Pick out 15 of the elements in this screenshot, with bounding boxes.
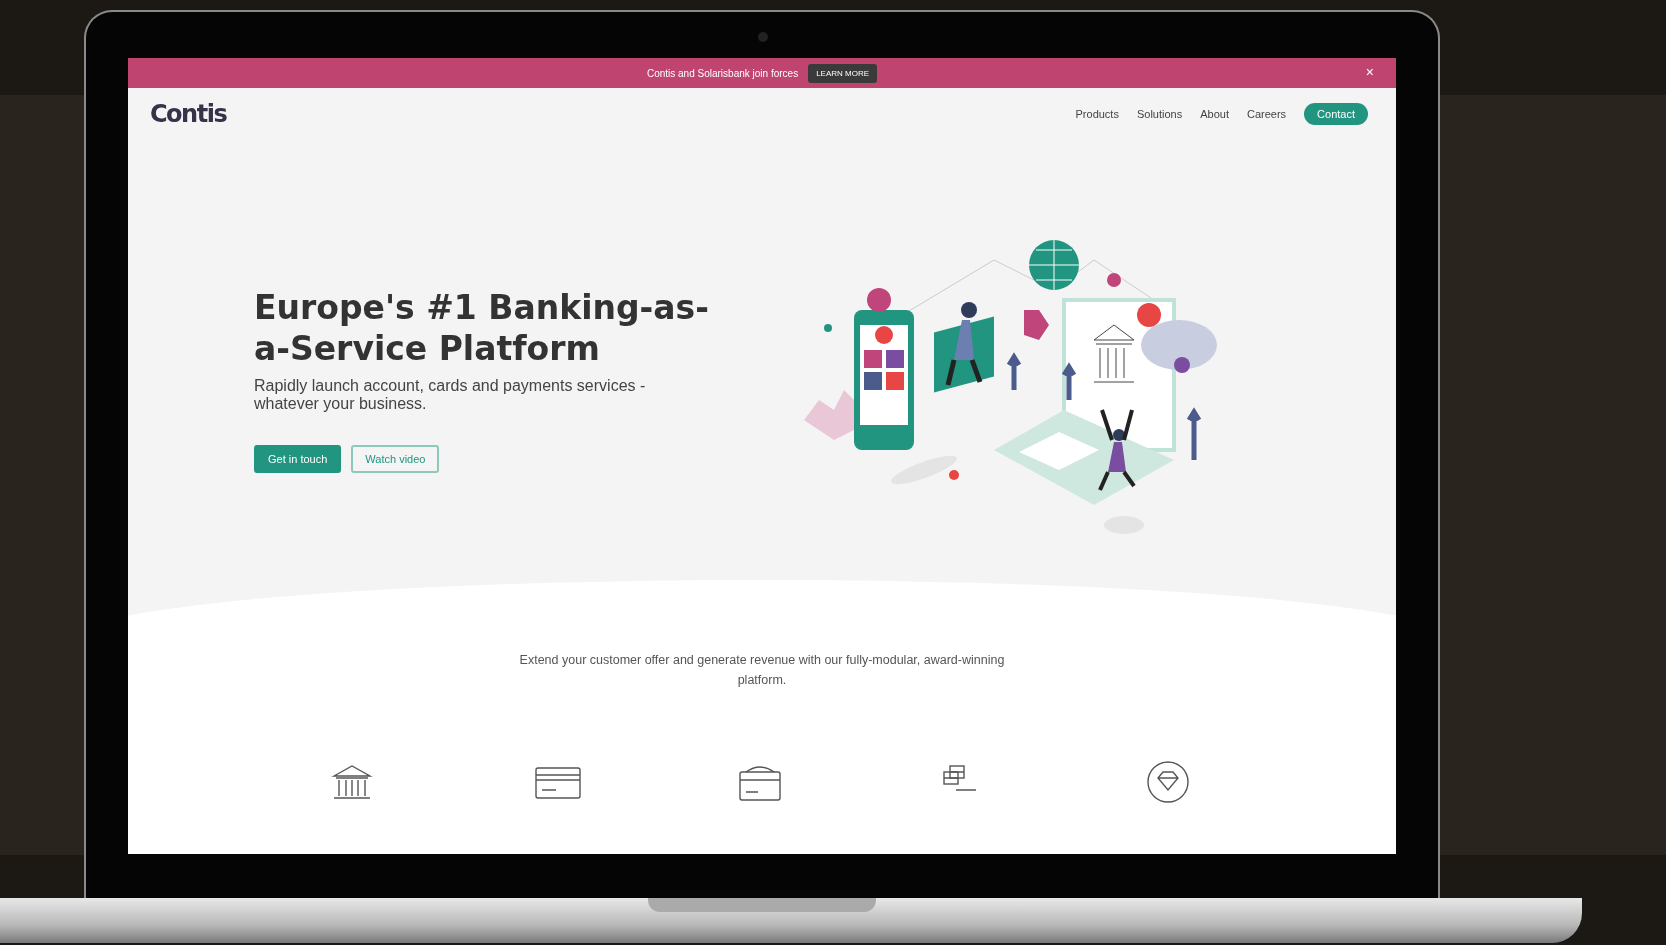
contact-button[interactable]: Contact (1304, 103, 1368, 125)
watch-video-button[interactable]: Watch video (351, 445, 440, 473)
hero-subtitle: Rapidly launch account, cards and payments services - whatever your business. (254, 377, 647, 413)
nav-link[interactable]: About (1200, 108, 1229, 120)
nav-link[interactable]: Products (1075, 108, 1119, 120)
close-button[interactable]: × (1365, 64, 1374, 80)
learn-more-button[interactable]: LEARN MORE (808, 63, 878, 83)
banner-text: Contis and Solarisbank join forces (646, 67, 799, 79)
logo[interactable]: Contis (150, 100, 227, 128)
camera-icon (758, 32, 768, 42)
nav-link[interactable]: Solutions (1136, 108, 1183, 120)
get-in-touch-button[interactable]: Get in touch (254, 445, 342, 473)
hero-title: Europe's #1 Banking-as-a-Service Platform (254, 287, 710, 369)
intro-text: Extend your customer offer and generate revenue with our fully-modular, award-winning platform. (518, 652, 1006, 689)
nav-link[interactable]: Careers (1246, 108, 1287, 120)
